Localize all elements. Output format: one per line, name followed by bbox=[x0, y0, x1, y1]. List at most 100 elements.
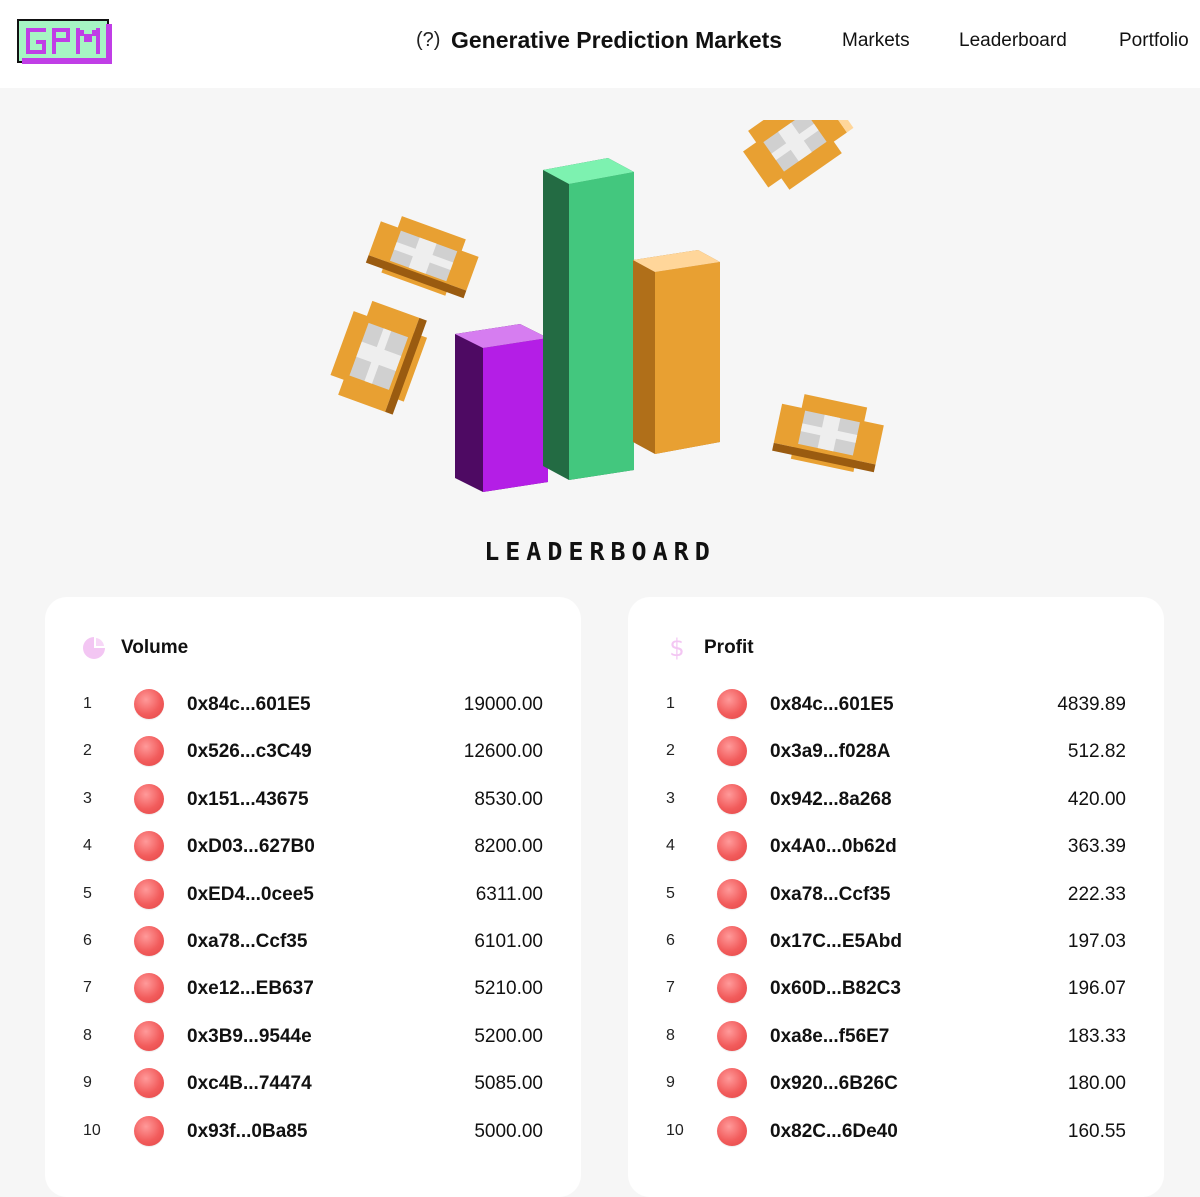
rank-number: 7 bbox=[666, 979, 675, 997]
wallet-address-link[interactable]: 0x93f...0Ba85 bbox=[187, 1122, 307, 1141]
rank-number: 2 bbox=[83, 742, 92, 760]
avatar bbox=[134, 925, 164, 956]
profit-value: 197.03 bbox=[1067, 930, 1126, 952]
pie-chart-icon bbox=[81, 635, 107, 661]
profit-value: 180.00 bbox=[1067, 1073, 1126, 1095]
profit-title: Profit bbox=[704, 637, 754, 658]
avatar bbox=[717, 973, 747, 1004]
volume-value: 19000.00 bbox=[463, 694, 543, 715]
avatar bbox=[134, 1068, 164, 1099]
wallet-address-link[interactable]: 0xED4...0cee5 bbox=[187, 885, 314, 904]
volume-list: 1 0x84c...601E5 19000.00 2 0x526...c3C49 1260… bbox=[45, 689, 581, 1179]
top-header: (?) Generative Prediction Markets Market… bbox=[0, 0, 1200, 88]
wallet-address-link[interactable]: 0xc4B...74474 bbox=[187, 1074, 312, 1093]
avatar bbox=[717, 878, 747, 909]
nav-leaderboard[interactable]: Leaderboard bbox=[959, 30, 1067, 52]
profit-list: 1 0x84c...601E5 4839.89 2 0x3a9...f028A 512.8… bbox=[628, 689, 1164, 1179]
gpm-logo[interactable] bbox=[16, 18, 112, 66]
avatar bbox=[717, 1020, 747, 1051]
avatar bbox=[717, 831, 747, 862]
avatar bbox=[134, 689, 164, 719]
coin-top-right bbox=[743, 120, 854, 190]
avatar bbox=[134, 736, 164, 767]
avatar bbox=[717, 689, 747, 719]
avatar bbox=[134, 783, 164, 814]
wallet-address-link[interactable]: 0x4A0...0b62d bbox=[770, 837, 897, 856]
avatar bbox=[134, 831, 164, 862]
avatar bbox=[717, 1115, 747, 1146]
nav-markets[interactable]: Markets bbox=[842, 30, 910, 52]
wallet-address-link[interactable]: 0x3a9...f028A bbox=[770, 742, 890, 761]
volume-value: 12600.00 bbox=[463, 741, 543, 763]
wallet-address-link[interactable]: 0xa8e...f56E7 bbox=[770, 1027, 889, 1046]
profit-value: 512.82 bbox=[1067, 741, 1126, 763]
wallet-address-link[interactable]: 0xe12...EB637 bbox=[187, 979, 314, 998]
page-title: LEADERBOARD bbox=[484, 537, 716, 566]
list-item[interactable]: 10 0x93f...0Ba85 5000.00 bbox=[45, 1115, 581, 1179]
rank-number: 10 bbox=[666, 1121, 684, 1139]
app-title: Generative Prediction Markets bbox=[451, 27, 783, 53]
wallet-address-link[interactable]: 0x920...6B26C bbox=[770, 1074, 898, 1093]
hero-illustration bbox=[330, 120, 884, 492]
wallet-address-link[interactable]: 0x84c...601E5 bbox=[770, 695, 894, 714]
svg-text:$: $ bbox=[669, 635, 684, 661]
rank-number: 6 bbox=[83, 931, 92, 949]
avatar bbox=[717, 925, 747, 956]
wallet-address-link[interactable]: 0x60D...B82C3 bbox=[770, 979, 901, 998]
volume-card: Volume 1 0x84c...601E5 19000.00 2 0x526...c3… bbox=[45, 597, 581, 1197]
rank-number: 9 bbox=[666, 1074, 675, 1092]
wallet-address-link[interactable]: 0x151...43675 bbox=[187, 790, 309, 809]
avatar bbox=[717, 783, 747, 814]
profit-value: 363.39 bbox=[1067, 836, 1126, 858]
avatar bbox=[134, 1115, 164, 1146]
profit-value: 4839.89 bbox=[1057, 694, 1126, 715]
volume-value: 8200.00 bbox=[474, 836, 543, 858]
nav-portfolio[interactable]: Portfolio bbox=[1119, 30, 1189, 52]
volume-value: 6101.00 bbox=[474, 930, 543, 952]
wallet-address-link[interactable]: 0x526...c3C49 bbox=[187, 742, 312, 761]
avatar bbox=[134, 973, 164, 1004]
volume-value: 5210.00 bbox=[474, 978, 543, 1000]
profit-card: $ Profit 1 0x84c...601E5 4839.89 2 0x3a9...f… bbox=[628, 597, 1164, 1197]
profit-value: 196.07 bbox=[1067, 978, 1126, 1000]
volume-title: Volume bbox=[121, 637, 189, 658]
rank-number: 1 bbox=[83, 695, 92, 712]
volume-value: 6311.00 bbox=[475, 883, 543, 905]
wallet-address-link[interactable]: 0x3B9...9544e bbox=[187, 1027, 312, 1046]
profit-value: 160.55 bbox=[1067, 1120, 1126, 1142]
rank-number: 3 bbox=[666, 789, 675, 807]
list-item[interactable]: 10 0x82C...6De40 160.55 bbox=[628, 1115, 1164, 1179]
volume-value: 8530.00 bbox=[474, 788, 543, 810]
rank-number: 10 bbox=[83, 1121, 101, 1139]
wallet-address-link[interactable]: 0x82C...6De40 bbox=[770, 1122, 898, 1141]
rank-number: 9 bbox=[83, 1074, 92, 1092]
rank-number: 4 bbox=[83, 837, 92, 855]
rank-number: 3 bbox=[83, 789, 92, 807]
rank-number: 7 bbox=[83, 979, 92, 997]
rank-number: 6 bbox=[666, 931, 675, 949]
wallet-address-link[interactable]: 0x84c...601E5 bbox=[187, 695, 311, 714]
avatar bbox=[717, 736, 747, 767]
rank-number: 4 bbox=[666, 837, 675, 855]
help-icon[interactable]: (?) bbox=[416, 29, 440, 52]
rank-number: 5 bbox=[83, 884, 92, 902]
coin-bottom-right bbox=[772, 394, 884, 473]
wallet-address-link[interactable]: 0xD03...627B0 bbox=[187, 837, 315, 856]
avatar bbox=[134, 1020, 164, 1051]
rank-number: 1 bbox=[666, 695, 675, 712]
wallet-address-link[interactable]: 0xa78...Ccf35 bbox=[770, 885, 890, 904]
profit-header: $ Profit bbox=[664, 633, 754, 663]
rank-number: 8 bbox=[666, 1026, 675, 1044]
avatar bbox=[717, 1068, 747, 1099]
wallet-address-link[interactable]: 0x17C...E5Abd bbox=[770, 932, 902, 951]
coin-top-left bbox=[365, 216, 479, 299]
wallet-address-link[interactable]: 0xa78...Ccf35 bbox=[187, 932, 307, 951]
profit-value: 420.00 bbox=[1067, 788, 1126, 810]
avatar bbox=[134, 878, 164, 909]
rank-number: 2 bbox=[666, 742, 675, 760]
rank-number: 5 bbox=[666, 884, 675, 902]
coin-bottom-left bbox=[330, 300, 428, 415]
wallet-address-link[interactable]: 0x942...8a268 bbox=[770, 790, 892, 809]
profit-value: 183.33 bbox=[1067, 1025, 1126, 1047]
volume-header: Volume bbox=[81, 633, 188, 663]
